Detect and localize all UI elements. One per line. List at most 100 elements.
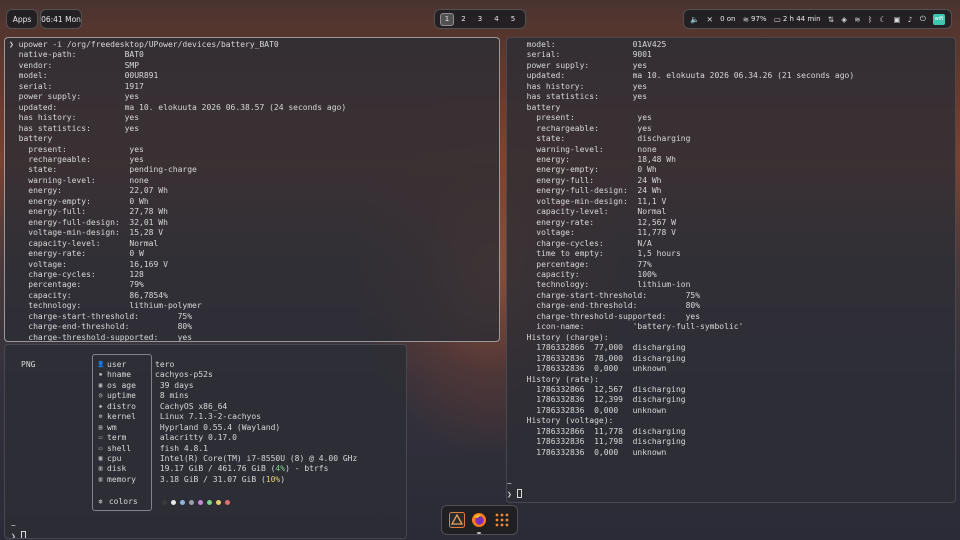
- terminal-line: vendor: SMP: [9, 60, 140, 70]
- fastfetch-value: tero: [155, 360, 175, 369]
- terminal-line: technology: lithium-ion: [517, 280, 691, 290]
- fastfetch-key: ◷ uptime: [97, 391, 155, 401]
- color-palette: [162, 500, 230, 505]
- workspace-1[interactable]: 1: [440, 12, 454, 26]
- speaker-icon[interactable]: 🔈: [690, 15, 699, 24]
- fastfetch-value: 8 mins: [155, 391, 189, 401]
- clock-label: 06:41 Mon: [41, 14, 81, 24]
- workspace-3[interactable]: 3: [473, 13, 487, 26]
- terminal-line: 1786332836 0,000 unknown: [517, 364, 667, 374]
- fastfetch-value: Intel(R) Core(TM) i7-8550U (8) @ 4.00 GH…: [155, 453, 358, 463]
- memory-icon: ▥: [98, 475, 103, 483]
- terminal-line: state: pending-charge: [9, 165, 197, 175]
- fastfetch-key-label: hname: [107, 370, 132, 380]
- terminal-line: updated: ma 10. elokuuta 2026 06.38.57 (…: [9, 102, 347, 112]
- fastfetch-key: ▥ memory: [97, 475, 155, 485]
- terminal-line: has history: yes: [517, 81, 648, 91]
- terminal-line: power supply: yes: [9, 92, 140, 102]
- terminal-line: icon-name: 'battery-full-symbolic': [517, 322, 744, 332]
- terminal-line: power supply: yes: [517, 60, 648, 70]
- fastfetch-value: Hyprland 0.55.4 (Wayland): [155, 422, 281, 432]
- terminal-line: voltage-min-design: 11,1 V: [517, 196, 667, 206]
- terminal-line: 1786332866 11,778 discharging: [517, 426, 686, 436]
- system-tray: 🔈 ✕ 0 on ≋ 97% ▭ 2 h 44 min ⇅ ◈ ≋ ᛒ ☾ ▣ …: [683, 9, 952, 29]
- terminal-line: energy-full-design: 32,01 Wh: [9, 217, 168, 227]
- terminal-upower-bat0[interactable]: ❯ upower -i /org/freedesktop/UPower/devi…: [4, 37, 500, 342]
- terminal-left-output: ❯ upower -i /org/freedesktop/UPower/devi…: [9, 40, 347, 341]
- app-grid-icon[interactable]: [493, 511, 511, 529]
- terminal-line: model: 01AV425: [517, 40, 667, 49]
- terminal-line: charge-start-threshold: 75%: [517, 290, 701, 300]
- fastfetch-value: 3.18 GiB / 31.07 GiB (10%): [155, 475, 285, 485]
- workspace-4[interactable]: 4: [490, 13, 504, 26]
- workspace-2[interactable]: 2: [457, 13, 471, 26]
- fastfetch-value: Linux 7.1.3-2-cachyos: [155, 412, 261, 422]
- fastfetch-row-kernel: ⚙ kernel Linux 7.1.3-2-cachyos: [97, 412, 357, 422]
- usage-percent: 10%: [265, 474, 281, 484]
- workspace-5[interactable]: 5: [506, 13, 520, 26]
- fastfetch-key: ▭ shell: [97, 444, 155, 454]
- terminal-line: capacity-level: Normal: [9, 238, 159, 248]
- color-swatch: [198, 500, 203, 505]
- terminal-line: has history: yes: [9, 113, 140, 123]
- value-suffix: ): [280, 474, 286, 484]
- bell-icon[interactable]: ♪: [908, 15, 913, 24]
- lock-icon[interactable]: ▣: [893, 15, 900, 24]
- terminal-line: battery: [517, 102, 561, 112]
- prompt-symbol: ❯: [9, 40, 14, 49]
- fastfetch-key-label: uptime: [107, 391, 136, 401]
- prompt-tilde: ~: [11, 521, 16, 530]
- fastfetch-key: ◈ distro: [97, 402, 155, 412]
- terminal-line: energy-empty: 0 Wh: [517, 165, 657, 175]
- terminal-right-output: model: 01AV425 serial: 9001 power supply…: [517, 40, 855, 458]
- terminal-line: state: discharging: [517, 134, 691, 144]
- terminal-line: 1786332866 77,000 discharging: [517, 343, 686, 353]
- fastfetch-key-label: distro: [107, 401, 136, 411]
- power-icon[interactable]: ⏻: [920, 14, 926, 24]
- fastfetch-prompt: ~ ❯: [11, 521, 26, 538]
- value-suffix: ) - btrfs: [285, 464, 329, 474]
- bluetooth-icon[interactable]: ᛒ: [868, 15, 873, 24]
- running-indicator: [477, 532, 482, 534]
- fastfetch-key: ▤ wm: [97, 423, 155, 433]
- clock[interactable]: 06:41 Mon: [40, 9, 82, 29]
- fastfetch-key: ⚙ kernel: [97, 412, 155, 422]
- terminal-line: energy-empty: 0 Wh: [9, 196, 149, 206]
- terminal-upower-bat1[interactable]: model: 01AV425 serial: 9001 power supply…: [506, 37, 956, 503]
- mic-muted-icon[interactable]: ✕: [707, 15, 713, 24]
- fastfetch-value: alacritty 0.17.0: [155, 433, 237, 443]
- battery-status[interactable]: ≋ 97%: [743, 15, 767, 24]
- color-swatch: [207, 500, 212, 505]
- bluetooth-status[interactable]: 0 on: [720, 15, 735, 23]
- tray-badge[interactable]: wifi: [932, 13, 945, 25]
- cpu-icon: ▦: [98, 454, 103, 462]
- terminal-line: capacity: 86,7854%: [9, 290, 168, 300]
- apps-button[interactable]: Apps: [6, 9, 38, 29]
- network-icon[interactable]: ⇅: [828, 15, 834, 24]
- color-swatch: [162, 500, 167, 505]
- top-bar: Apps 06:41 Mon 1 2 3 4 5 🔈 ✕ 0 on ≋ 97% …: [0, 0, 960, 36]
- layers-icon[interactable]: ◈: [841, 15, 847, 24]
- fastfetch-key: 👤 user: [97, 360, 155, 370]
- colors-row: ◍ colors: [97, 497, 138, 506]
- firefox-icon[interactable]: [470, 511, 488, 534]
- terminal-line: has statistics: yes: [517, 92, 648, 102]
- wifi-icon: ≋: [742, 14, 749, 24]
- wifi-signal-icon[interactable]: ≋: [854, 15, 860, 24]
- terminal-fastfetch[interactable]: PNG 👤 user tero ▪ hname cachyos-p52s ▣ os age 3…: [4, 344, 407, 539]
- terminal-line: energy: 18,48 Wh: [517, 154, 676, 164]
- terminal-line: serial: 9001: [517, 50, 652, 60]
- battery-time-status[interactable]: ▭ 2 h 44 min: [774, 15, 821, 24]
- battery-time: 2 h 44 min: [782, 15, 821, 23]
- inkscape-icon[interactable]: [448, 511, 466, 529]
- terminal-right-prompt: ~ ❯: [507, 479, 522, 501]
- moon-icon[interactable]: ☾: [880, 15, 887, 24]
- usage-percent: 4%: [275, 464, 286, 474]
- uptime-icon: ◷: [98, 392, 103, 400]
- fastfetch-row-uptime: ◷ uptime 8 mins: [97, 391, 357, 401]
- palette-icon: ◍: [98, 498, 103, 505]
- terminal-line: 1786332836 0,000 unknown: [517, 447, 667, 457]
- value-prefix: 19.17 GiB / 461.76 GiB (: [155, 464, 276, 474]
- hname-icon: ▪: [98, 371, 103, 379]
- fastfetch-key-label: wm: [107, 422, 117, 432]
